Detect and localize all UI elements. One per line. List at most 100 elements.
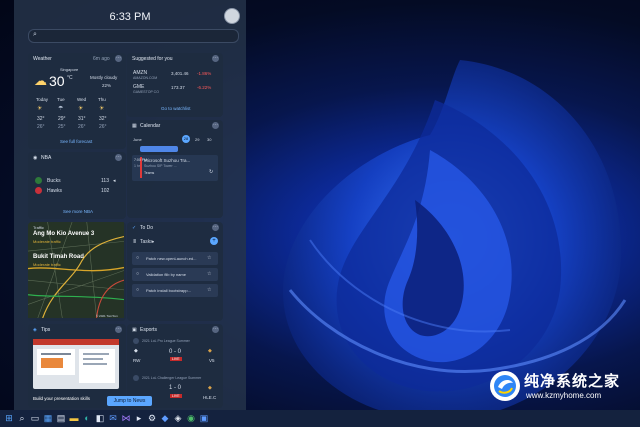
todo-list-name[interactable]: Tasks [140, 239, 153, 245]
app-icon[interactable]: ◆ [160, 413, 170, 423]
tips-preview-image [33, 339, 119, 389]
team-logo: ◆ [134, 348, 138, 354]
app-icon[interactable]: ◈ [173, 413, 183, 423]
event-duration: 1 hr [134, 164, 141, 168]
task-view-icon[interactable]: ▭ [30, 413, 40, 423]
forecast-day: Wed [77, 97, 87, 102]
refresh-icon[interactable]: ↻ [209, 169, 213, 175]
task-row[interactable]: ○ Patch install bootstrapp... ☆ [132, 284, 218, 297]
weather-unit: °C [67, 75, 73, 81]
traffic-widget[interactable]: Traffic Ang Mo Kio Avenue 3 Moderate tra… [28, 222, 126, 321]
edge-icon[interactable]: ◐ [82, 413, 92, 423]
start-icon[interactable]: ⊞ [4, 413, 14, 423]
user-avatar[interactable] [224, 8, 240, 24]
event-join[interactable]: Teams [144, 171, 154, 175]
match-league: 2021 LoL Challenger League Summer [142, 376, 202, 380]
search-icon: ⌕ [33, 31, 37, 38]
star-icon[interactable]: ☆ [207, 287, 211, 293]
star-icon[interactable]: ☆ [207, 271, 211, 277]
file-explorer-icon[interactable]: ▬ [69, 413, 79, 423]
store-icon[interactable]: ◧ [95, 413, 105, 423]
chat-icon[interactable]: ▤ [56, 413, 66, 423]
rain-icon: ☂ [58, 106, 64, 112]
calendar-date[interactable]: 30 [207, 137, 211, 142]
task-row[interactable]: ○ Validation flib by name ☆ [132, 268, 218, 281]
task-label: Patch new.openLaunch.ed... [146, 256, 197, 261]
calendar-date-selected[interactable]: 28 [182, 135, 190, 143]
more-options-icon[interactable]: ⋯ [212, 326, 219, 333]
app-icon[interactable]: ◉ [186, 413, 196, 423]
visual-studio-icon[interactable]: ⋈ [121, 413, 131, 423]
task-checkbox-icon[interactable]: ○ [136, 287, 139, 293]
todo-title: To Do [140, 225, 154, 231]
more-nba-link[interactable]: See more NBA [63, 209, 93, 214]
taskbar: ⊞ ⌕ ▭ ▦ ▤ ▬ ◐ ◧ ✉ ⋈ ▸ ⚙ ◆ ◈ ◉ ▣ [0, 410, 640, 427]
forecast-high: 29° [58, 116, 66, 122]
team-name: RW [133, 358, 141, 363]
more-options-icon[interactable]: ⋯ [115, 326, 122, 333]
full-forecast-link[interactable]: See full forecast [60, 139, 92, 144]
traffic-title: Traffic [33, 225, 44, 230]
more-options-icon[interactable]: ⋯ [115, 55, 122, 62]
forecast-low: 26° [78, 124, 86, 130]
task-checkbox-icon[interactable]: ○ [136, 271, 139, 277]
terminal-icon[interactable]: ▸ [134, 413, 144, 423]
clock-time: 6:33 PM [109, 11, 151, 23]
more-options-icon[interactable]: ⋯ [115, 154, 122, 161]
team-name: Bucks [47, 178, 61, 184]
weather-temp: 30 [49, 73, 65, 89]
site-logo [490, 371, 520, 401]
more-options-icon[interactable]: ⋯ [212, 122, 219, 129]
app-icon[interactable]: ▣ [199, 413, 209, 423]
calendar-date[interactable]: 29 [195, 137, 199, 142]
task-row[interactable]: ○ Patch new.openLaunch.ed... ☆ [132, 252, 218, 265]
star-icon[interactable]: ☆ [207, 255, 211, 261]
hawks-logo [35, 187, 42, 194]
watchlist-link[interactable]: Go to watchlist [161, 106, 191, 111]
more-options-icon[interactable]: ⋯ [212, 55, 219, 62]
calendar-icon: ▦ [132, 123, 137, 129]
list-icon: ≣ [133, 239, 137, 244]
checkmark-icon: ✓ [132, 225, 137, 231]
cloud-sun-icon: ☁ [34, 73, 47, 88]
weather-condition: Mostly cloudy [90, 75, 118, 80]
calendar-widget[interactable]: ▦ Calendar ⋯ June 28 29 30 7:00 PM 1 hr … [127, 120, 223, 218]
stock-price: 3,401.46 [171, 71, 189, 76]
task-checkbox-icon[interactable]: ○ [136, 255, 139, 261]
todo-widget[interactable]: ✓ To Do ⋯ ≣ Tasks ▾ + ○ Patch new.openLa… [127, 222, 223, 321]
weather-precip: 22% [102, 83, 112, 88]
forecast-high: 32° [37, 116, 45, 122]
stock-price: 173.37 [171, 85, 185, 90]
traffic-road: Bukit Timah Road [33, 254, 84, 260]
more-options-icon[interactable]: ⋯ [212, 224, 219, 231]
sun-cloud-icon: ☀ [37, 106, 43, 112]
traffic-location: Ang Mo Kio Avenue 3 [33, 231, 95, 237]
search-icon[interactable]: ⌕ [17, 413, 27, 423]
widgets-icon[interactable]: ▦ [43, 413, 53, 423]
nba-widget[interactable]: ◉ NBA ⋯ Bucks 113 ◂ Hawks 102 See more N… [28, 152, 126, 219]
jump-to-news-button[interactable]: Jump to News [107, 396, 152, 406]
mail-icon[interactable]: ✉ [108, 413, 118, 423]
task-label: Validation flib by name [146, 272, 186, 277]
watermark-title: 纯净系统之家 [524, 373, 621, 390]
widgets-panel: 6:33 PM ⌕ Weather 6m ago ⋯ Singapore ☁ 3… [14, 0, 246, 410]
settings-icon[interactable]: ⚙ [147, 413, 157, 423]
watchlist-widget[interactable]: Suggested for you ⋯ AMZN AMAZON.COM 3,40… [127, 53, 223, 117]
team-name: HLE.C [203, 395, 217, 400]
weather-location: Singapore [60, 67, 79, 72]
chevron-down-icon[interactable]: ▾ [152, 239, 154, 244]
forecast-day: Thu [98, 97, 106, 102]
team-score: 102 [101, 188, 110, 194]
forecast-day: Today [36, 97, 49, 102]
event-location: Suzhou SIP Tower ... [144, 164, 177, 168]
match-league: 2021 LoL Pro League Summer [142, 339, 190, 343]
weather-widget[interactable]: Weather 6m ago ⋯ Singapore ☁ 30 °C Mostl… [28, 53, 126, 149]
add-task-button[interactable]: + [210, 237, 218, 245]
league-logo [133, 338, 139, 344]
event-bar [140, 146, 178, 152]
stock-change: -1.86% [197, 71, 212, 76]
watermark-url: www.kzmyhome.com [526, 391, 602, 400]
weather-updated: 6m ago [93, 56, 110, 62]
basketball-icon: ◉ [33, 155, 38, 161]
search-input[interactable]: ⌕ [28, 29, 239, 43]
